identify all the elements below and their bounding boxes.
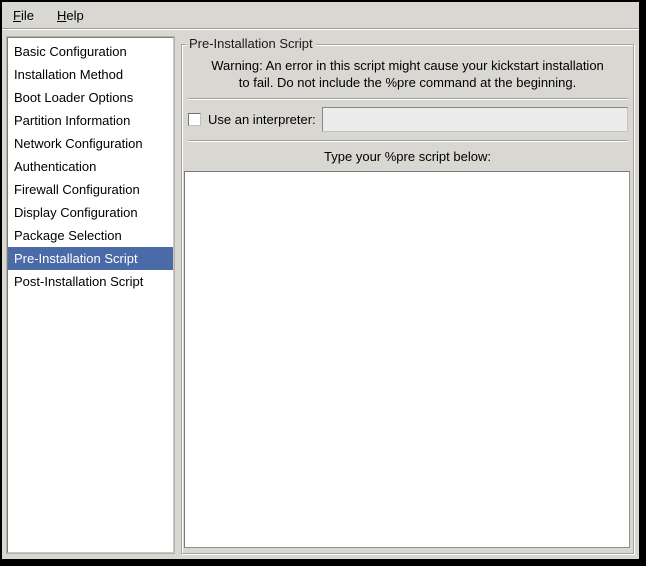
sidebar-item-authentication[interactable]: Authentication (8, 155, 173, 178)
sidebar-item-post-installation-script[interactable]: Post-Installation Script (8, 270, 173, 293)
use-interpreter-label[interactable]: Use an interpreter: (208, 112, 316, 127)
script-instruction-label: Type your %pre script below: (186, 149, 629, 164)
separator (188, 98, 628, 100)
sidebar-item-basic-configuration[interactable]: Basic Configuration (8, 40, 173, 63)
interpreter-input[interactable] (322, 107, 628, 132)
separator (188, 140, 628, 142)
pre-installation-script-panel: Pre-Installation Script Warning: An erro… (181, 44, 634, 554)
sidebar-item-package-selection[interactable]: Package Selection (8, 224, 173, 247)
warning-line-2: to fail. Do not include the %pre command… (186, 74, 629, 91)
sidebar-item-boot-loader-options[interactable]: Boot Loader Options (8, 86, 173, 109)
menu-help-mnemonic: H (57, 8, 66, 23)
use-interpreter-checkbox[interactable] (188, 113, 201, 126)
sidebar-item-display-configuration[interactable]: Display Configuration (8, 201, 173, 224)
panel-title: Pre-Installation Script (186, 36, 316, 51)
menu-bar: File Help (2, 2, 639, 29)
sidebar-item-pre-installation-script[interactable]: Pre-Installation Script (8, 247, 173, 270)
section-list: Basic Configuration Installation Method … (7, 37, 174, 553)
interpreter-row: Use an interpreter: (188, 106, 628, 133)
menu-file-mnemonic: F (13, 8, 21, 23)
sidebar-item-network-configuration[interactable]: Network Configuration (8, 132, 173, 155)
kickstart-configurator-window: File Help Basic Configuration Installati… (0, 0, 646, 566)
pre-script-textarea[interactable] (184, 171, 630, 548)
menu-file[interactable]: File (6, 5, 41, 26)
warning-text: Warning: An error in this script might c… (186, 57, 629, 91)
sidebar-item-partition-information[interactable]: Partition Information (8, 109, 173, 132)
menu-file-label: ile (21, 8, 34, 23)
warning-line-1: Warning: An error in this script might c… (186, 57, 629, 74)
menu-help[interactable]: Help (50, 5, 91, 26)
sidebar-item-installation-method[interactable]: Installation Method (8, 63, 173, 86)
menu-help-label: elp (66, 8, 83, 23)
sidebar-item-firewall-configuration[interactable]: Firewall Configuration (8, 178, 173, 201)
